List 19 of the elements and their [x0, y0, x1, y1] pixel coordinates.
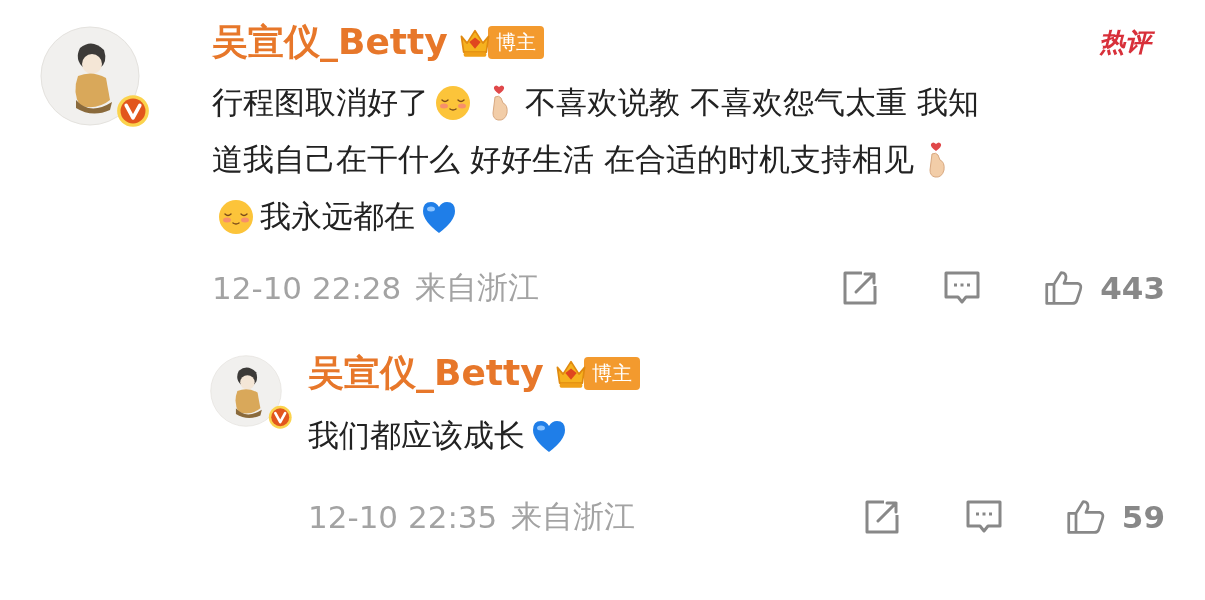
comment-text: 行程图取消好了	[212, 83, 429, 122]
comment-time: 12-10 22:35	[308, 499, 498, 535]
comment-text: 我们都应该成长	[308, 416, 525, 455]
author-name[interactable]: 吴宣仪_Betty	[308, 348, 544, 398]
author-name[interactable]: 吴宣仪_Betty	[212, 17, 448, 67]
thumbs-up-icon[interactable]	[1065, 497, 1106, 537]
comment-text: 不喜欢说教 不喜欢怨气太重 我知	[525, 83, 979, 122]
comment-time: 12-10 22:28	[212, 270, 402, 306]
avatar[interactable]	[210, 355, 282, 427]
blogger-badge: 博主	[583, 356, 640, 390]
avatar[interactable]	[40, 26, 140, 126]
blogger-badge: 博主	[487, 25, 544, 59]
comment-location: 来自浙江	[511, 497, 636, 536]
thumbs-up-icon[interactable]	[1044, 268, 1085, 308]
comment-location: 来自浙江	[415, 268, 540, 307]
comment-text: 我永远都在	[260, 197, 415, 236]
like-count: 59	[1121, 499, 1165, 535]
like-count: 443	[1100, 270, 1165, 306]
comment-text: 道我自己在干什么 好好生活 在合适的时机支持相见	[212, 140, 914, 179]
